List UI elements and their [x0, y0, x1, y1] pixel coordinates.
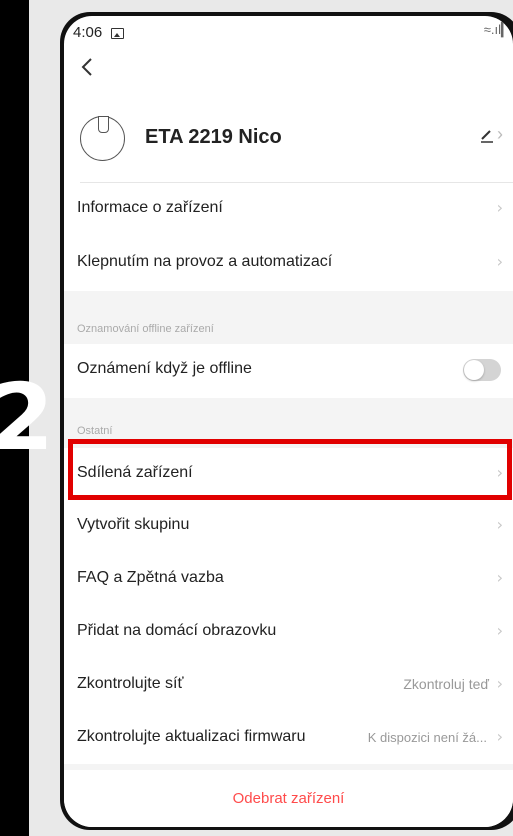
chevron-right-icon: ›: [496, 568, 503, 587]
row-label: Oznámení když je offline: [77, 360, 252, 377]
status-bar: 4:06 ≈.ıl▎: [64, 16, 513, 50]
row-create-group[interactable]: Vytvořit skupinu ›: [64, 500, 513, 552]
chevron-right-icon: ›: [496, 674, 503, 693]
pencil-icon: [481, 130, 493, 143]
device-header: ETA 2219 Nico ›: [64, 112, 513, 184]
chevron-right-icon: ›: [496, 727, 503, 746]
row-value: K dispozici není žá...: [367, 730, 487, 745]
row-check-firmware[interactable]: Zkontrolujte aktualizaci firmwaru K disp…: [64, 712, 513, 764]
row-value: Zkontroluj teď: [403, 676, 489, 692]
chevron-right-icon: ›: [497, 124, 503, 144]
row-automation[interactable]: Klepnutím na provoz a automatizací ›: [64, 237, 513, 289]
section-title: Ostatní: [77, 425, 113, 437]
row-label: Informace o zařízení: [77, 199, 223, 216]
chevron-right-icon: ›: [496, 621, 503, 640]
edit-name-button[interactable]: ›: [479, 124, 503, 145]
phone-screen: 4:06 ≈.ıl▎ ETA 2219 Nico › Informace o z…: [64, 16, 513, 827]
row-label: Zkontrolujte síť: [77, 675, 184, 692]
row-label: Klepnutím na provoz a automatizací: [77, 253, 333, 270]
remove-device-button[interactable]: Odebrat zařízení: [64, 770, 513, 827]
section-header-offline: Oznamování offline zařízení: [64, 291, 513, 344]
row-label: Sdílená zařízení: [77, 464, 193, 481]
row-add-home-screen[interactable]: Přidat na domácí obrazovku ›: [64, 606, 513, 658]
chevron-right-icon: ›: [496, 252, 503, 271]
back-chevron-icon[interactable]: [80, 56, 110, 86]
chevron-right-icon: ›: [496, 198, 503, 217]
section-header-other: Ostatní: [64, 398, 513, 448]
offline-notification-toggle[interactable]: [463, 359, 501, 381]
row-label: Zkontrolujte aktualizaci firmwaru: [77, 728, 306, 745]
device-name: ETA 2219 Nico: [145, 126, 282, 148]
toggle-knob: [464, 360, 484, 380]
row-offline-notification: Oznámení když je offline: [64, 344, 513, 396]
status-time: 4:06: [73, 24, 103, 41]
row-label: Přidat na domácí obrazovku: [77, 622, 277, 639]
thermostat-icon: [80, 116, 125, 161]
chevron-right-icon: ›: [496, 463, 503, 482]
gallery-notification-icon: [111, 28, 124, 39]
signal-wifi-icon: ≈.ıl▎: [480, 22, 511, 37]
row-label: Vytvořit skupinu: [77, 516, 190, 533]
step-number: 2: [0, 364, 55, 471]
row-device-info[interactable]: Informace o zařízení ›: [64, 183, 513, 235]
chevron-right-icon: ›: [496, 515, 503, 534]
row-check-network[interactable]: Zkontrolujte síť Zkontroluj teď ›: [64, 659, 513, 711]
row-label: FAQ a Zpětná vazba: [77, 569, 224, 586]
section-title: Oznamování offline zařízení: [77, 323, 214, 335]
row-shared-devices[interactable]: Sdílená zařízení ›: [64, 448, 513, 500]
row-faq-feedback[interactable]: FAQ a Zpětná vazba ›: [64, 553, 513, 605]
